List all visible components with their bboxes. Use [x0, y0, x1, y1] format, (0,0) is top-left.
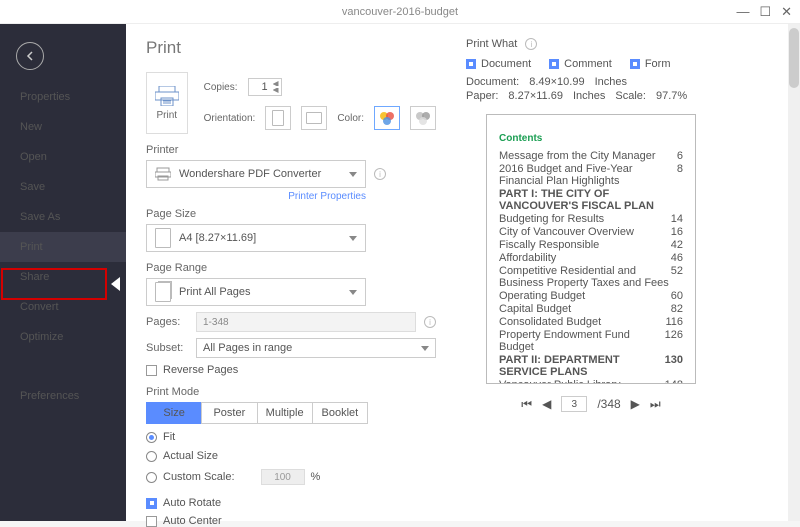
sidebar-item-open[interactable]: Open	[0, 142, 126, 172]
document-checkbox[interactable]: Document	[466, 58, 531, 70]
minimize-icon[interactable]: —	[736, 4, 749, 20]
mode-size-button[interactable]: Size	[146, 402, 202, 424]
color-icon	[379, 111, 395, 125]
page-size-select[interactable]: A4 [8.27×11.69]	[146, 224, 366, 252]
sidebar-item-save: Save	[0, 172, 126, 202]
print-what-label: Print Whati	[466, 38, 780, 50]
subset-label: Subset:	[146, 342, 196, 354]
last-page-button[interactable]: ⏭	[650, 397, 661, 412]
mode-poster-button[interactable]: Poster	[201, 402, 257, 424]
scrollbar-thumb[interactable]	[789, 28, 799, 88]
sidebar-item-properties[interactable]: Properties	[0, 82, 126, 112]
reverse-pages-checkbox[interactable]: Reverse Pages	[146, 364, 436, 376]
back-button[interactable]	[16, 42, 44, 70]
page-total: /348	[597, 397, 620, 411]
grayscale-icon	[415, 111, 431, 125]
info-icon[interactable]: i	[525, 38, 537, 50]
page-size-label: Page Size	[146, 208, 436, 220]
sidebar-item-print[interactable]: Print	[0, 232, 126, 262]
sidebar-item-optimize[interactable]: Optimize	[0, 322, 126, 352]
form-checkbox[interactable]: Form	[630, 58, 671, 70]
custom-scale-radio[interactable]: Custom Scale: %	[146, 469, 436, 485]
page-icon	[155, 228, 171, 248]
sidebar-item-preferences[interactable]: Preferences	[0, 381, 126, 411]
info-icon[interactable]: i	[374, 168, 386, 180]
preview-contents-title: Contents	[499, 133, 683, 144]
sidebar: Properties New Open Save Save As Print S…	[0, 24, 126, 521]
active-indicator-icon	[111, 277, 120, 291]
close-icon[interactable]: ✕	[781, 4, 792, 20]
copies-stepper[interactable]: 1	[248, 78, 282, 96]
printer-icon	[155, 167, 171, 181]
sidebar-item-save-as[interactable]: Save As	[0, 202, 126, 232]
window-title: vancouver-2016-budget	[342, 6, 458, 18]
next-page-button[interactable]: ▶	[631, 397, 640, 411]
comment-checkbox[interactable]: Comment	[549, 58, 612, 70]
prev-page-button[interactable]: ◀	[542, 397, 551, 411]
page-range-label: Page Range	[146, 262, 436, 274]
auto-center-checkbox[interactable]: Auto Center	[146, 515, 436, 527]
maximize-icon[interactable]: ☐	[759, 4, 771, 20]
printer-icon	[155, 86, 179, 106]
portrait-button[interactable]	[265, 106, 291, 130]
color-button[interactable]	[374, 106, 400, 130]
page-number-input[interactable]	[561, 396, 587, 412]
printer-properties-link[interactable]: Printer Properties	[146, 191, 366, 202]
subset-select[interactable]: All Pages in range	[196, 338, 436, 358]
copies-label: Copies:	[204, 82, 238, 93]
pages-input[interactable]	[196, 312, 416, 332]
sidebar-item-share[interactable]: Share	[0, 262, 126, 292]
paper-size-info: Paper:8.27×11.69InchesScale:97.7%	[466, 90, 780, 102]
pages-icon	[155, 282, 171, 302]
color-label: Color:	[337, 113, 364, 124]
pages-label: Pages:	[146, 316, 196, 328]
fit-radio[interactable]: Fit	[146, 431, 436, 443]
actual-size-radio[interactable]: Actual Size	[146, 450, 436, 462]
first-page-button[interactable]: ⏮	[521, 397, 532, 412]
info-icon[interactable]: i	[424, 316, 436, 328]
page-preview: Contents Message from the City Manager6 …	[486, 114, 696, 384]
mode-multiple-button[interactable]: Multiple	[257, 402, 313, 424]
print-button[interactable]: Print	[146, 72, 188, 134]
scrollbar[interactable]	[788, 24, 800, 521]
print-mode-label: Print Mode	[146, 386, 436, 398]
custom-scale-input[interactable]	[261, 469, 305, 485]
document-size-info: Document:8.49×10.99Inches	[466, 76, 780, 88]
grayscale-button[interactable]	[410, 106, 436, 130]
sidebar-item-convert[interactable]: Convert	[0, 292, 126, 322]
orientation-label: Orientation:	[204, 113, 256, 124]
auto-rotate-checkbox[interactable]: Auto Rotate	[146, 497, 436, 509]
page-title: Print	[146, 38, 436, 58]
landscape-button[interactable]	[301, 106, 327, 130]
printer-section-label: Printer	[146, 144, 436, 156]
sidebar-item-new[interactable]: New	[0, 112, 126, 142]
printer-select[interactable]: Wondershare PDF Converter	[146, 160, 366, 188]
title-bar: vancouver-2016-budget — ☐ ✕	[0, 0, 800, 24]
mode-booklet-button[interactable]: Booklet	[312, 402, 368, 424]
page-range-select[interactable]: Print All Pages	[146, 278, 366, 306]
